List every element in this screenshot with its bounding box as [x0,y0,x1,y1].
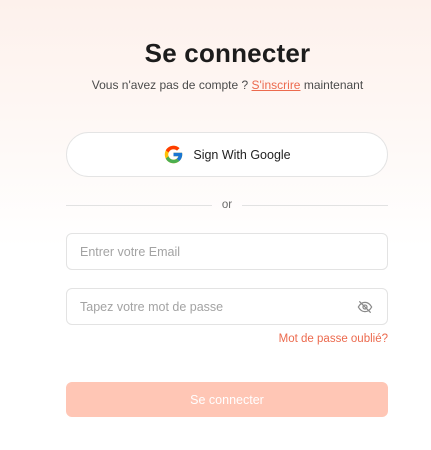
google-signin-label: Sign With Google [193,147,291,162]
page-title: Se connecter [144,38,311,68]
password-field-container [66,288,388,325]
google-logo-icon [163,144,184,165]
signup-prompt: Vous n'avez pas de compte ? S'inscrire m… [0,78,431,92]
divider-line-right [242,204,389,206]
signup-link[interactable]: S'inscrire [252,78,301,92]
forgot-password-link[interactable]: Mot de passe oublié? [279,333,388,345]
eye-off-icon[interactable] [357,299,373,315]
divider-line-left [66,204,212,206]
google-signin-button[interactable]: Sign With Google [66,132,388,177]
email-field-container [66,233,388,270]
email-input[interactable] [67,234,387,269]
password-input[interactable] [67,289,357,324]
login-submit-button[interactable]: Se connecter [66,382,388,417]
or-divider: or [66,198,389,212]
signup-suffix-text: maintenant [300,78,364,92]
divider-or-text: or [221,199,233,211]
signup-prefix-text: Vous n'avez pas de compte ? [91,78,252,92]
